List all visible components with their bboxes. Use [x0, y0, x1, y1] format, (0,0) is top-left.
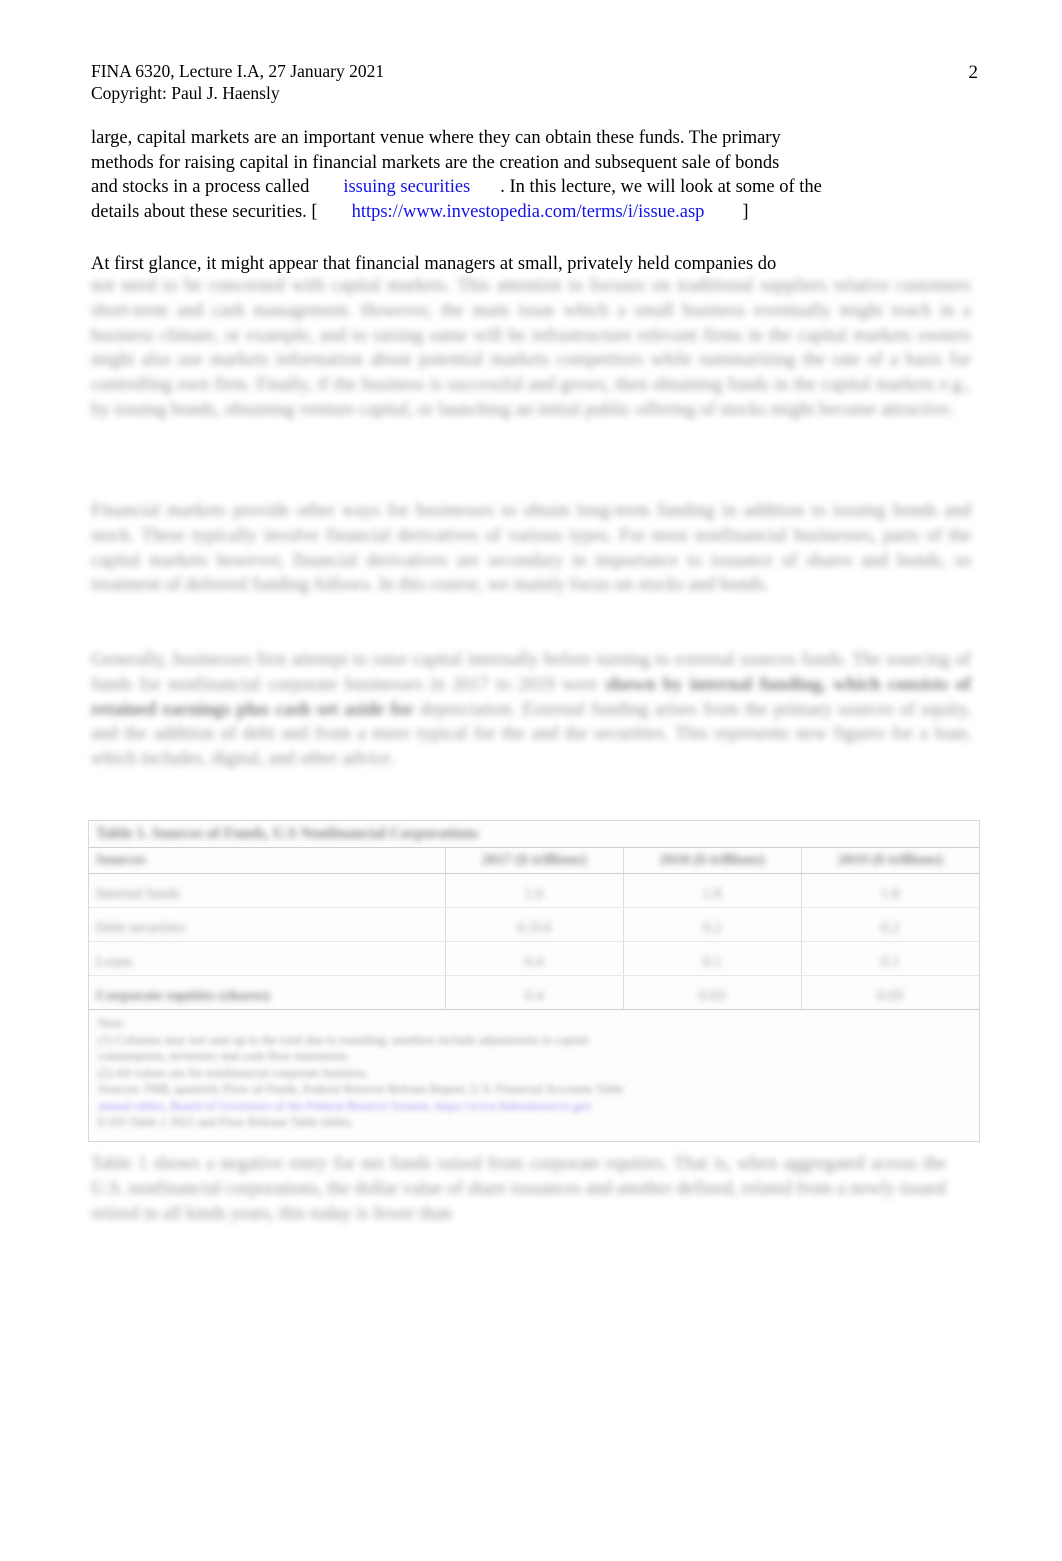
- table-title-cell: Table 1. Sources of Funds, U.S Nonfinanc…: [89, 821, 979, 848]
- row-value-text: 0.4: [524, 954, 544, 970]
- paragraph-table-discussion-blurred: Table 1 shows a negative entry for net f…: [91, 1152, 946, 1226]
- table-column-header: 2019 ($ trillions): [800, 847, 979, 874]
- paragraph-line: and stocks in a process called issuing se…: [91, 175, 921, 200]
- row-value-text: 0.03: [698, 988, 726, 1004]
- table-note-line: consumption, inventory and cash flow sta…: [98, 1049, 351, 1063]
- blurred-text: of stocks might become attractive.: [700, 399, 955, 420]
- header-line-copyright: Copyright: Paul J. Haensly: [91, 83, 280, 103]
- blurred-text: not need to be concerned with capital ma…: [91, 276, 754, 296]
- blurred-text: own firm. Finally, if the business is su…: [177, 375, 871, 396]
- row-label: Internal funds: [89, 873, 445, 908]
- document-page: FINA 6320, Lecture I.A, 27 January 2021 …: [0, 0, 1062, 1561]
- row-value-text: 1.8: [880, 886, 900, 902]
- table-note-line: (1) Columns may not sum up to the total …: [98, 1032, 589, 1047]
- paragraph-text-post: . In this lecture, we will look at some …: [500, 177, 822, 198]
- row-value: 0.4: [444, 941, 623, 976]
- paragraph-line: methods for raising capital in financial…: [91, 152, 780, 173]
- table-row: Internal funds 1.6 1.8 1.8: [89, 873, 979, 908]
- paragraph-text-post: ]: [742, 202, 749, 223]
- paragraph-capital-markets: large, capital markets are an important …: [91, 126, 921, 225]
- row-label-text: Internal funds: [96, 886, 180, 902]
- document-header: FINA 6320, Lecture I.A, 27 January 2021 …: [91, 60, 384, 104]
- row-value: 1.6: [444, 873, 623, 908]
- header-line-course: FINA 6320, Lecture I.A, 27 January 2021: [91, 61, 385, 81]
- row-value-text: 0.1: [702, 954, 722, 970]
- row-value: 1.8: [622, 873, 801, 908]
- row-value: 0.4: [444, 975, 623, 1010]
- row-value-text: 0.4: [524, 988, 544, 1004]
- blurred-text: Financial markets provide other ways for…: [91, 501, 826, 521]
- row-value-text: 0.2: [702, 920, 722, 936]
- table-note-line: (2) All values are for nonfinancial corp…: [98, 1065, 369, 1080]
- paragraph-text-pre: details about these securities. [: [91, 202, 318, 223]
- paragraph-first-glance-blurred: not need to be concerned with capital ma…: [91, 274, 971, 423]
- row-value: 0.05: [800, 975, 979, 1010]
- table-title-row: Table 1. Sources of Funds, U.S Nonfinanc…: [89, 821, 979, 848]
- row-label-text: Loans: [96, 954, 133, 970]
- row-value: 0.2: [800, 907, 979, 942]
- table-row: Debt securities 0.314 0.2 0.2: [89, 907, 979, 942]
- page-number: 2: [968, 62, 979, 83]
- table-column-header: 2018 ($ trillions): [622, 847, 801, 874]
- table-header-row: Sources 2017 ($ trillions) 2018 ($ trill…: [89, 847, 979, 874]
- table-column-header: 2017 ($ trillions): [444, 847, 623, 874]
- funds-table: Table 1. Sources of Funds, U.S Nonfinanc…: [89, 821, 979, 1010]
- row-value: 0.314: [444, 907, 623, 942]
- row-value: 0.1: [622, 941, 801, 976]
- row-value-text: 1.8: [702, 886, 722, 902]
- row-value-text: 0.2: [880, 920, 900, 936]
- table-column-header: Sources: [89, 847, 445, 874]
- row-value-text: 0.1: [880, 954, 900, 970]
- note-source-text: Sources: FRB, quarterly Flow of Funds, F…: [98, 1082, 624, 1096]
- blurred-text: includes, digital, and other advice.: [140, 749, 396, 770]
- table-row: Corporate equities (shares) 0.4 0.03 0.0…: [89, 975, 979, 1010]
- column-header-text: 2019 ($ trillions): [837, 852, 943, 868]
- table-note-line: annual tables, Board of Governors of the…: [98, 1098, 970, 1115]
- paragraph-text-pre: and stocks in a process called: [91, 177, 310, 198]
- table-row: Loans 0.4 0.1 0.1: [89, 941, 979, 976]
- paragraph-line: At first glance, it might appear that fi…: [91, 254, 777, 274]
- row-value: 1.8: [800, 873, 979, 908]
- paragraph-line: details about these securities. [ https:/…: [91, 200, 921, 225]
- row-label-text: Corporate equities (shares): [96, 988, 270, 1004]
- link-investopedia-issue[interactable]: https://www.investopedia.com/terms/i/iss…: [352, 202, 705, 222]
- row-value-text: 0.05: [877, 988, 904, 1004]
- note-source-link[interactable]: annual tables, Board of Governors of the…: [98, 1099, 592, 1113]
- row-value-text: 0.314: [517, 920, 551, 936]
- column-header-text: Sources: [96, 852, 146, 868]
- column-header-text: 2018 ($ trillions): [659, 852, 765, 868]
- paragraph-internal-funding-blurred: Generally, businesses first attempt to r…: [91, 648, 971, 772]
- row-value-text: 1.6: [524, 886, 544, 902]
- paragraph-first-glance: At first glance, it might appear that fi…: [91, 252, 971, 277]
- link-issuing-securities[interactable]: issuing securities: [343, 177, 470, 197]
- table-sources-of-funds: Table 1. Sources of Funds, U.S Nonfinanc…: [88, 820, 980, 1142]
- row-label: Corporate equities (shares): [89, 975, 445, 1010]
- table-notes: Note: (1) Columns may not sum up to the …: [89, 1010, 979, 1141]
- column-header-text: 2017 ($ trillions): [481, 852, 587, 868]
- blurred-text: Table 1 shows a negative entry for net f…: [91, 1154, 778, 1174]
- paragraph-line: large, capital markets are an important …: [91, 128, 781, 148]
- table-note-line: Sources: FRB, quarterly Flow of Funds, F…: [98, 1081, 970, 1098]
- table-note-line: F.103 Table 1 2021 and Flow Release Tabl…: [98, 1115, 354, 1129]
- row-label-text: Debt securities: [96, 920, 186, 936]
- table-note-line: Note:: [98, 1016, 126, 1030]
- blurred-text: follows. In this course, we mainly focus…: [313, 575, 769, 596]
- paragraph-financial-markets-blurred: Financial markets provide other ways for…: [91, 499, 971, 598]
- blurred-text: Generally, businesses first attempt to r…: [91, 650, 796, 670]
- row-label: Loans: [89, 941, 445, 976]
- row-label: Debt securities: [89, 907, 445, 942]
- row-value: 0.2: [622, 907, 801, 942]
- row-value: 0.03: [622, 975, 801, 1010]
- table-title: Table 1. Sources of Funds, U.S Nonfinanc…: [96, 825, 479, 842]
- row-value: 0.1: [800, 941, 979, 976]
